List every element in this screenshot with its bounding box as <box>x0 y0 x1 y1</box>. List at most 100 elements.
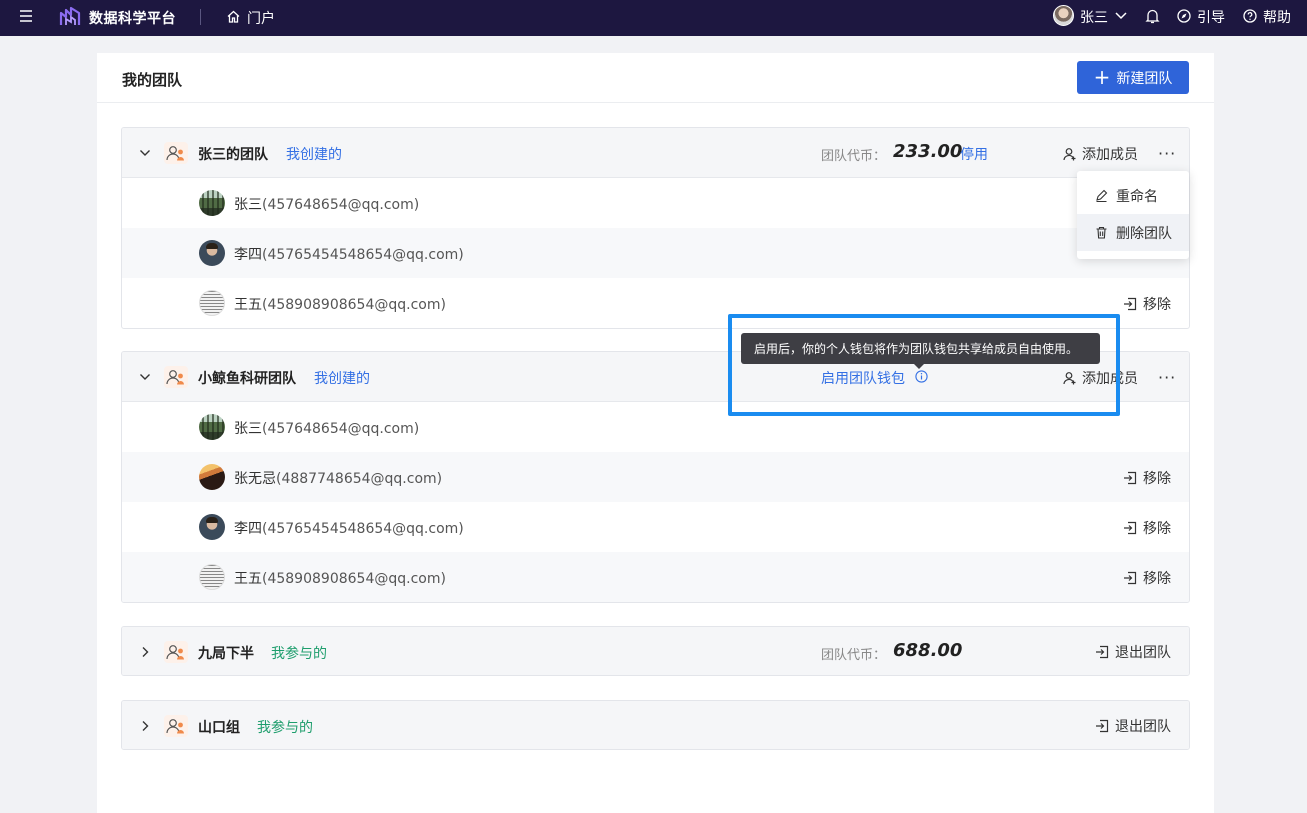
add-member-label: 添加成员 <box>1082 147 1138 163</box>
member-row: 李四(45765454548654@qq.com) <box>122 228 1189 278</box>
disable-wallet-link[interactable]: 停用 <box>960 144 988 164</box>
chevron-right-icon[interactable] <box>139 720 151 732</box>
guide-icon[interactable] <box>1177 9 1191 23</box>
more-icon[interactable]: ··· <box>1158 368 1176 387</box>
top-navigation-bar: 数据科学平台 门户 张三 引导 帮助 <box>0 0 1307 36</box>
my-teams-panel: 我的团队 + 新建团队 张三的团队 我创建的 团队代币： 233.00 停用 添… <box>97 53 1214 813</box>
team-tag: 我参与的 <box>257 720 313 736</box>
rename-label: 重命名 <box>1116 188 1158 205</box>
chevron-down-icon[interactable] <box>139 147 151 159</box>
plus-icon: + <box>1093 64 1111 89</box>
logout-icon <box>1124 297 1137 311</box>
remove-member-button[interactable]: 移除 <box>1123 568 1171 588</box>
quit-team-label: 退出团队 <box>1115 645 1171 661</box>
avatar <box>199 290 225 316</box>
remove-label: 移除 <box>1143 297 1171 313</box>
member-row: 张无忌(4887748654@qq.com) 移除 <box>122 452 1189 502</box>
remove-member-button[interactable]: 移除 <box>1123 294 1171 314</box>
avatar <box>199 464 225 490</box>
member-email: (458908908654@qq.com) <box>262 297 446 313</box>
logo-icon[interactable] <box>59 6 81 28</box>
user-add-icon <box>1063 372 1076 385</box>
team-card: 山口组 我参与的 退出团队 <box>121 700 1190 750</box>
chevron-down-icon[interactable] <box>1114 10 1128 22</box>
team-card: 九局下半 我参与的 团队代币： 688.00 退出团队 <box>121 626 1190 676</box>
tooltip-text: 启用后，你的个人钱包将作为团队钱包共享给成员自由使用。 <box>754 342 1079 356</box>
member-row: 张三(457648654@qq.com) <box>122 402 1189 452</box>
guide-link[interactable]: 引导 <box>1197 7 1225 27</box>
team-actions-dropdown: 重命名 删除团队 <box>1077 171 1189 259</box>
info-icon[interactable] <box>915 370 928 383</box>
avatar <box>199 414 225 440</box>
team-name: 小鲸鱼科研团队 <box>198 371 296 387</box>
new-team-label: 新建团队 <box>1116 70 1173 87</box>
member-row: 张三(457648654@qq.com) <box>122 178 1189 228</box>
member-email: (4887748654@qq.com) <box>276 471 443 487</box>
quit-team-button[interactable]: 退出团队 <box>1095 642 1171 662</box>
logout-icon <box>1124 471 1137 485</box>
tooltip-arrow <box>914 364 924 369</box>
remove-member-button[interactable]: 移除 <box>1123 518 1171 538</box>
team-icon <box>164 715 188 737</box>
team-icon <box>164 641 188 663</box>
page-title: 我的团队 <box>122 71 183 89</box>
home-icon[interactable] <box>226 9 241 24</box>
panel-divider <box>97 102 1214 103</box>
logout-icon <box>1124 521 1137 535</box>
team-icon <box>164 366 188 388</box>
coin-label: 团队代币： <box>821 149 887 164</box>
add-member-button[interactable]: 添加成员 <box>1063 144 1138 164</box>
avatar <box>199 514 225 540</box>
help-link[interactable]: 帮助 <box>1263 7 1291 27</box>
member-email: (457648654@qq.com) <box>262 421 420 437</box>
member-row: 李四(45765454548654@qq.com) 移除 <box>122 502 1189 552</box>
remove-label: 移除 <box>1143 571 1171 587</box>
member-email: (45765454548654@qq.com) <box>262 247 464 263</box>
help-icon[interactable] <box>1243 9 1257 23</box>
chevron-right-icon[interactable] <box>139 646 151 658</box>
add-member-button[interactable]: 添加成员 <box>1063 368 1138 388</box>
team-card: 张三的团队 我创建的 团队代币： 233.00 停用 添加成员 ··· 张三(4… <box>121 127 1190 329</box>
logout-icon <box>1124 571 1137 585</box>
more-icon[interactable]: ··· <box>1158 144 1176 163</box>
member-name: 张三 <box>234 197 262 213</box>
user-name[interactable]: 张三 <box>1080 7 1108 27</box>
delete-team-label: 删除团队 <box>1116 225 1172 242</box>
avatar <box>199 190 225 216</box>
quit-team-button[interactable]: 退出团队 <box>1095 716 1171 736</box>
team-icon <box>164 142 188 164</box>
member-name: 张无忌 <box>234 471 276 487</box>
logout-icon <box>1096 645 1109 659</box>
team-name: 张三的团队 <box>198 147 268 163</box>
user-avatar[interactable] <box>1053 5 1074 26</box>
bell-icon[interactable] <box>1145 8 1160 24</box>
portal-link[interactable]: 门户 <box>247 8 275 28</box>
enable-wallet-link[interactable]: 启用团队钱包 <box>821 368 905 388</box>
coin-value: 233.00 <box>893 141 963 162</box>
user-add-icon <box>1063 148 1076 161</box>
member-name: 张三 <box>234 421 262 437</box>
team-header[interactable]: 山口组 我参与的 退出团队 <box>122 701 1189 749</box>
menu-icon[interactable] <box>19 9 33 23</box>
avatar <box>199 564 225 590</box>
team-tag: 我创建的 <box>314 371 370 387</box>
remove-member-button[interactable]: 移除 <box>1123 468 1171 488</box>
team-header[interactable]: 九局下半 我参与的 团队代币： 688.00 退出团队 <box>122 627 1189 675</box>
trash-icon <box>1096 226 1107 239</box>
rename-menu-item[interactable]: 重命名 <box>1077 177 1189 214</box>
enable-wallet-tooltip: 启用后，你的个人钱包将作为团队钱包共享给成员自由使用。 <box>741 333 1100 364</box>
edit-icon <box>1096 189 1108 202</box>
delete-team-menu-item[interactable]: 删除团队 <box>1077 214 1189 251</box>
new-team-button[interactable]: + 新建团队 <box>1077 61 1189 94</box>
coin-value: 688.00 <box>893 640 963 661</box>
team-header[interactable]: 张三的团队 我创建的 团队代币： 233.00 停用 添加成员 ··· <box>122 128 1189 178</box>
app-title[interactable]: 数据科学平台 <box>89 8 176 28</box>
member-name: 李四 <box>234 521 262 537</box>
member-row: 王五(458908908654@qq.com) 移除 <box>122 552 1189 602</box>
add-member-label: 添加成员 <box>1082 371 1138 387</box>
avatar <box>199 240 225 266</box>
team-tag: 我参与的 <box>271 646 327 662</box>
team-name: 九局下半 <box>198 646 254 662</box>
chevron-down-icon[interactable] <box>139 371 151 383</box>
member-name: 王五 <box>234 571 262 587</box>
